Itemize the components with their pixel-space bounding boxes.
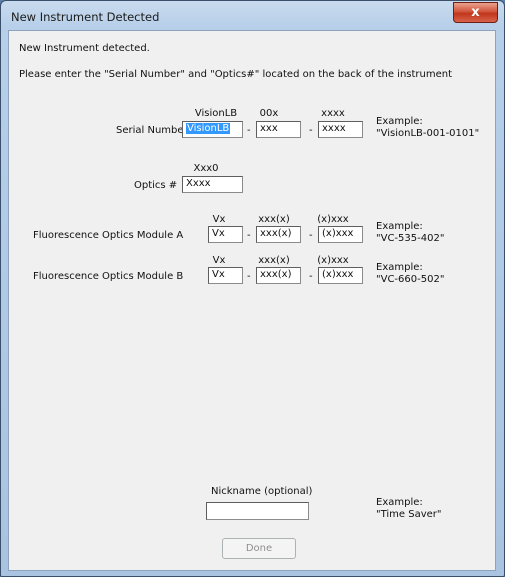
- module-b-input-2[interactable]: xxx(x): [256, 267, 301, 284]
- serial-header-1: VisionLB: [194, 108, 238, 119]
- module-a-input-1[interactable]: Vx: [208, 226, 243, 243]
- window-title: New Instrument Detected: [11, 10, 160, 24]
- module-b-example-label: Example:: [376, 262, 423, 273]
- serial-prefix-value: VisionLB: [186, 123, 231, 134]
- serial-example-value: "VisionLB-001-0101": [376, 128, 480, 139]
- module-a-label: Fluorescence Optics Module A: [33, 230, 184, 241]
- serial-suffix-value: xxxx: [322, 123, 346, 134]
- optics-input[interactable]: Xxxx: [182, 176, 243, 193]
- module-b-separator-2: -: [309, 271, 313, 282]
- module-a-header-3: (x)xxx: [317, 214, 349, 225]
- optics-header: Xxx0: [193, 163, 219, 174]
- serial-middle-input[interactable]: xxx: [256, 121, 301, 138]
- serial-middle-value: xxx: [260, 123, 278, 134]
- module-a-header-2: xxx(x): [258, 214, 290, 225]
- module-b-label: Fluorescence Optics Module B: [33, 271, 184, 282]
- nickname-label: Nickname (optional): [211, 486, 313, 497]
- serial-separator-2: -: [309, 125, 313, 136]
- module-b-separator-1: -: [247, 271, 251, 282]
- module-b-header-1: Vx: [212, 255, 226, 266]
- serial-header-2: 00x: [259, 108, 279, 119]
- module-b-value-2: xxx(x): [260, 269, 292, 280]
- nickname-example-value: "Time Saver": [376, 509, 442, 520]
- close-button[interactable]: x: [453, 2, 498, 23]
- done-button-label: Done: [245, 543, 273, 554]
- module-a-value-2: xxx(x): [260, 228, 292, 239]
- module-b-input-1[interactable]: Vx: [208, 267, 243, 284]
- module-b-input-3[interactable]: (x)xxx: [318, 267, 363, 284]
- module-b-value-1: Vx: [212, 269, 225, 280]
- title-bar[interactable]: New Instrument Detected x: [1, 1, 504, 31]
- module-a-input-2[interactable]: xxx(x): [256, 226, 301, 243]
- close-icon: x: [471, 5, 480, 20]
- serial-separator-1: -: [247, 125, 251, 136]
- module-b-header-3: (x)xxx: [317, 255, 349, 266]
- optics-label: Optics #: [134, 180, 178, 191]
- nickname-example: Example: "Time Saver": [376, 497, 442, 521]
- optics-value: Xxxx: [186, 178, 211, 189]
- module-b-header-2: xxx(x): [258, 255, 290, 266]
- intro-line-1: New Instrument detected.: [19, 43, 150, 54]
- module-a-input-3[interactable]: (x)xxx: [318, 226, 363, 243]
- module-a-example: Example: "VC-535-402": [376, 221, 444, 245]
- serial-header-3: xxxx: [321, 108, 345, 119]
- module-b-value-3: (x)xxx: [322, 269, 354, 280]
- module-b-example-value: "VC-660-502": [376, 274, 445, 285]
- intro-line-2: Please enter the "Serial Number" and "Op…: [19, 69, 453, 80]
- serial-example-label: Example:: [376, 116, 423, 127]
- serial-number-label: Serial Number: [116, 125, 188, 136]
- module-a-example-label: Example:: [376, 221, 423, 232]
- module-a-value-3: (x)xxx: [322, 228, 354, 239]
- module-a-value-1: Vx: [212, 228, 225, 239]
- nickname-input[interactable]: [206, 502, 309, 520]
- module-a-example-value: "VC-535-402": [376, 233, 445, 244]
- nickname-example-label: Example:: [376, 497, 423, 508]
- module-b-example: Example: "VC-660-502": [376, 262, 444, 286]
- module-a-separator-1: -: [247, 230, 251, 241]
- serial-example: Example: "VisionLB-001-0101": [376, 116, 479, 140]
- serial-suffix-input[interactable]: xxxx: [318, 121, 363, 138]
- serial-prefix-input[interactable]: VisionLB: [182, 121, 243, 138]
- module-a-header-1: Vx: [212, 214, 226, 225]
- done-button[interactable]: Done: [222, 538, 296, 559]
- module-a-separator-2: -: [309, 230, 313, 241]
